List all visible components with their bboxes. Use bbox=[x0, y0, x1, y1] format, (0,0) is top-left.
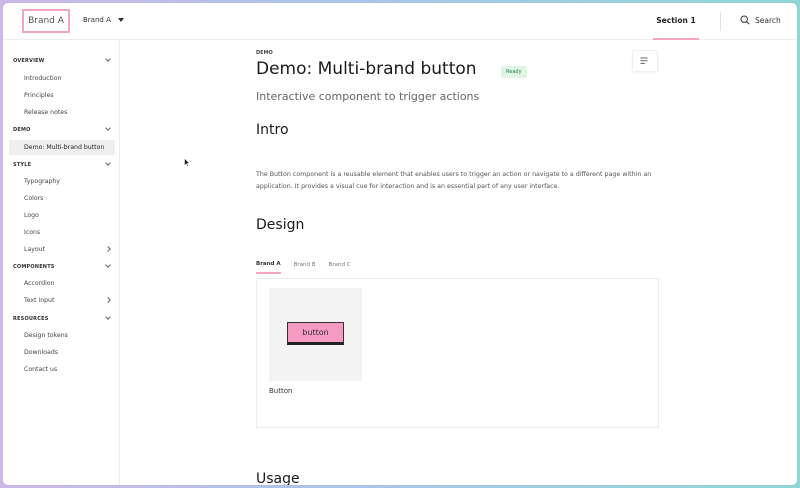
brand-select[interactable]: Brand A bbox=[83, 16, 124, 24]
brand-logo[interactable]: Brand A bbox=[22, 9, 70, 33]
app-window: Brand A Brand A Section 1 Search OVERVIE… bbox=[3, 3, 797, 485]
chevron-down-icon bbox=[105, 314, 111, 320]
sidebar-item-introduction[interactable]: Introduction bbox=[9, 71, 115, 86]
intro-paragraph: The Button component is a reusable eleme… bbox=[256, 171, 652, 190]
sidebar-group-label: COMPONENTS bbox=[13, 263, 55, 270]
chevron-down-icon bbox=[105, 160, 111, 166]
sidebar-item-design-tokens[interactable]: Design tokens bbox=[9, 328, 115, 343]
status-badge: Ready bbox=[501, 66, 527, 78]
sidebar-item-typography[interactable]: Typography bbox=[9, 174, 115, 189]
section-heading-usage: Usage bbox=[256, 471, 300, 485]
tab-brand-c[interactable]: Brand C bbox=[329, 255, 351, 274]
search-label: Search bbox=[755, 15, 781, 25]
sidebar-item-release-notes[interactable]: Release notes bbox=[9, 105, 115, 120]
design-preview-panel: button Button bbox=[256, 278, 659, 428]
tab-section-1[interactable]: Section 1 bbox=[653, 3, 699, 40]
demo-button[interactable]: button bbox=[287, 322, 344, 345]
search-icon bbox=[740, 15, 750, 25]
sidebar-item-logo[interactable]: Logo bbox=[9, 208, 115, 223]
sidebar-item-downloads[interactable]: Downloads bbox=[9, 345, 115, 360]
sidebar-item-layout[interactable]: Layout bbox=[9, 242, 115, 257]
chevron-right-icon bbox=[105, 297, 111, 303]
sidebar-item-contact-us[interactable]: Contact us bbox=[9, 362, 115, 377]
sidebar-group-label: RESOURCES bbox=[13, 315, 49, 322]
search-button[interactable]: Search bbox=[740, 15, 781, 25]
sidebar-item-accordion[interactable]: Accordion bbox=[9, 276, 115, 291]
tab-brand-a[interactable]: Brand A bbox=[256, 255, 281, 274]
sidebar-item-label: Text input bbox=[24, 297, 55, 304]
sidebar-item-label: Layout bbox=[24, 246, 46, 253]
design-tabs: Brand A Brand B Brand C bbox=[256, 255, 351, 274]
section-heading-design: Design bbox=[256, 217, 305, 233]
section-heading-intro: Intro bbox=[256, 122, 289, 138]
sidebar-group-resources[interactable]: RESOURCES bbox=[9, 311, 115, 326]
chevron-down-icon bbox=[105, 125, 111, 131]
mouse-cursor-icon bbox=[184, 158, 190, 167]
page-title: Demo: Multi-brand button bbox=[256, 59, 477, 79]
sidebar-group-label: DEMO bbox=[13, 126, 31, 133]
sidebar-group-style[interactable]: STYLE bbox=[9, 157, 115, 172]
sidebar-group-demo[interactable]: DEMO bbox=[9, 122, 115, 137]
sidebar-item-icons[interactable]: Icons bbox=[9, 225, 115, 240]
main-content: DEMO Demo: Multi-brand button Ready Inte… bbox=[120, 40, 797, 485]
header-divider bbox=[720, 12, 721, 31]
table-of-contents-button[interactable] bbox=[632, 50, 658, 72]
brand-select-label: Brand A bbox=[83, 16, 111, 24]
top-header: Brand A Brand A Section 1 Search bbox=[3, 3, 797, 40]
sidebar-item-colors[interactable]: Colors bbox=[9, 191, 115, 206]
chevron-down-icon bbox=[105, 262, 111, 268]
sidebar-nav: OVERVIEW Introduction Principles Release… bbox=[3, 40, 120, 485]
page-overline: DEMO bbox=[256, 50, 273, 56]
chevron-down-icon bbox=[105, 56, 111, 62]
page-subtitle: Interactive component to trigger actions bbox=[256, 90, 480, 103]
sidebar-item-demo-multi-brand-button[interactable]: Demo: Multi-brand button bbox=[9, 140, 115, 155]
sidebar-group-overview[interactable]: OVERVIEW bbox=[9, 53, 115, 68]
sidebar-group-components[interactable]: COMPONENTS bbox=[9, 259, 115, 274]
sidebar-group-label: STYLE bbox=[13, 161, 32, 168]
chevron-right-icon bbox=[105, 246, 111, 252]
tab-brand-b[interactable]: Brand B bbox=[294, 255, 316, 274]
sidebar-item-text-input[interactable]: Text input bbox=[9, 293, 115, 308]
sidebar-group-label: OVERVIEW bbox=[13, 57, 45, 64]
caret-down-icon bbox=[117, 18, 124, 22]
sidebar-item-principles[interactable]: Principles bbox=[9, 88, 115, 103]
list-icon bbox=[640, 57, 648, 64]
preview-caption: Button bbox=[269, 387, 293, 395]
button-preview: button bbox=[269, 288, 362, 381]
